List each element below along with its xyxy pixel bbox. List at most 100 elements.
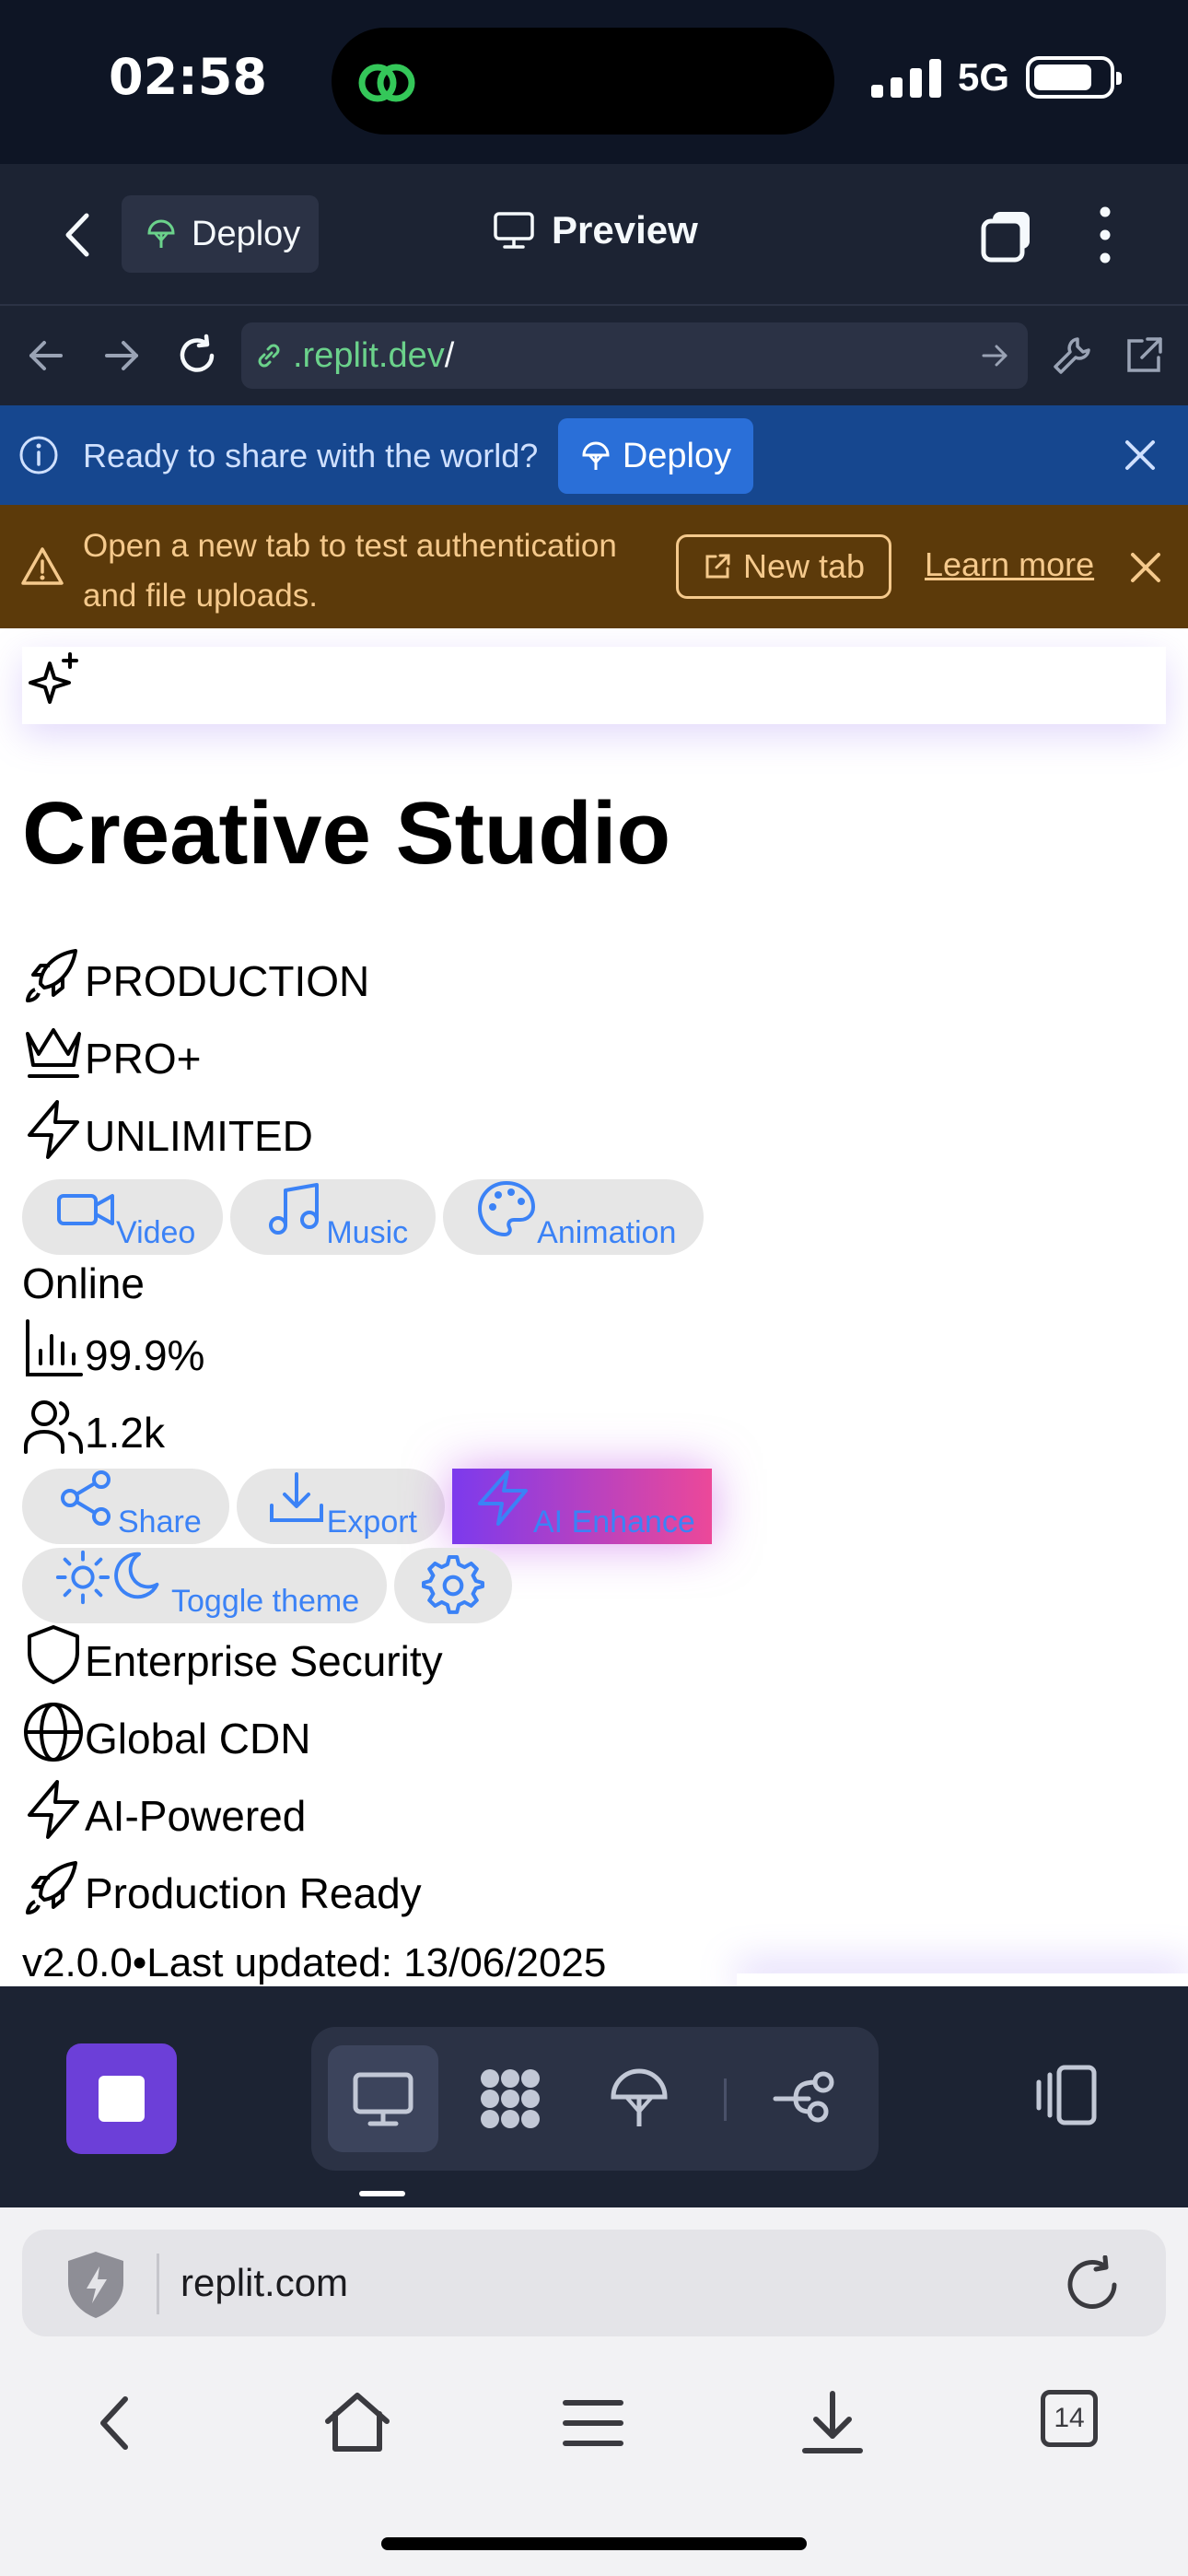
footer-version: v2.0.0•Last updated: 13/06/2025: [22, 1940, 607, 1985]
home-icon[interactable]: [320, 2386, 394, 2460]
url-row: .replit.dev/: [0, 306, 1188, 405]
grid-icon: [481, 2069, 540, 2128]
share-banner: Ready to share with the world? Deploy: [0, 405, 1188, 505]
go-arrow-icon[interactable]: [978, 339, 1011, 372]
uptime-value: 99.9%: [85, 1331, 205, 1379]
address-bar[interactable]: replit.com: [22, 2230, 1166, 2336]
screen: 02:58 5G Deploy Preview .replit.dev/ Rea…: [0, 0, 1188, 2576]
url-input[interactable]: .replit.dev/: [241, 322, 1028, 389]
badge-unlimited: UNLIMITED: [22, 1098, 313, 1161]
feature-ai-powered: AI-Powered: [22, 1778, 306, 1841]
page-title: Creative Studio: [22, 784, 671, 883]
moon-icon: [114, 1551, 159, 1599]
signal-icon: [870, 57, 941, 98]
back-icon[interactable]: [79, 2386, 153, 2460]
status-right: 5G: [870, 55, 1122, 100]
preview-tool-button[interactable]: [328, 2045, 438, 2152]
feature-global-cdn: Global CDN: [22, 1701, 310, 1763]
deploy-icon: [147, 219, 175, 248]
stop-button[interactable]: [66, 2043, 177, 2154]
preview-tab[interactable]: Preview: [493, 208, 698, 252]
refresh-icon[interactable]: [175, 334, 219, 378]
toggle-theme-button[interactable]: Toggle theme: [22, 1548, 388, 1623]
network-label: 5G: [957, 55, 1009, 99]
share-button[interactable]: Share: [22, 1469, 229, 1544]
link-icon: [258, 344, 280, 368]
close-icon[interactable]: [1122, 437, 1159, 474]
users-icon: [24, 1400, 83, 1454]
close-icon[interactable]: [1127, 549, 1164, 586]
back-icon[interactable]: [59, 210, 96, 260]
deploy-tool-button[interactable]: [584, 2045, 694, 2152]
stop-icon: [99, 2076, 145, 2122]
replit-toolbar: [0, 1986, 1188, 2207]
deploy-icon: [582, 441, 610, 470]
sun-icon: [55, 1550, 111, 1605]
address-separator: [157, 2254, 159, 2314]
drag-handle[interactable]: [359, 2191, 405, 2196]
toggle-theme-label: Toggle theme: [171, 1584, 360, 1619]
category-video-button[interactable]: Video: [22, 1179, 224, 1255]
app-header: [22, 647, 1166, 724]
monitor-icon: [494, 212, 534, 249]
git-tool-button[interactable]: [750, 2045, 860, 2152]
device-layout-icon[interactable]: [1031, 2060, 1101, 2130]
badge-label: PRO+: [85, 1035, 202, 1083]
lightning-icon: [28, 1780, 79, 1839]
category-label: Music: [326, 1215, 409, 1250]
link-activity-icon: [358, 64, 415, 102]
tabs-count-button[interactable]: 14: [1041, 2390, 1098, 2447]
feature-label: Global CDN: [85, 1715, 311, 1762]
apps-tool-button[interactable]: [455, 2045, 565, 2152]
shield-icon: [28, 1625, 79, 1684]
menu-icon[interactable]: [556, 2386, 630, 2460]
address-text: replit.com: [181, 2261, 349, 2304]
deploy-button[interactable]: Deploy: [122, 195, 319, 273]
video-icon: [57, 1194, 114, 1225]
download-icon[interactable]: [796, 2386, 869, 2460]
category-label: Video: [116, 1215, 196, 1250]
replit-header: Deploy Preview: [0, 164, 1188, 306]
tool-group: [311, 2027, 879, 2171]
feature-label: AI-Powered: [85, 1792, 307, 1840]
category-animation-button[interactable]: Animation: [443, 1179, 705, 1255]
arrow-left-icon[interactable]: [24, 334, 68, 378]
settings-button[interactable]: [394, 1548, 513, 1623]
battery-icon: [1026, 56, 1122, 99]
export-label: Export: [326, 1505, 417, 1540]
url-slash: /: [444, 335, 455, 375]
wrench-icon[interactable]: [1050, 334, 1094, 378]
auth-banner: Open a new tab to test authentication an…: [0, 505, 1188, 628]
globe-icon: [24, 1703, 83, 1762]
ai-enhance-label: AI Enhance: [533, 1505, 695, 1540]
lightning-icon: [478, 1470, 528, 1526]
sparkle-icon: [29, 652, 78, 704]
category-music-button[interactable]: Music: [230, 1179, 437, 1255]
badge-production: PRODUCTION: [22, 943, 369, 1006]
rocket-icon: [26, 949, 77, 1002]
share-deploy-button[interactable]: Deploy: [558, 418, 753, 494]
gear-icon: [422, 1554, 485, 1614]
home-indicator: [381, 2537, 807, 2550]
external-link-icon[interactable]: [1122, 334, 1166, 378]
tabs-icon[interactable]: [980, 208, 1035, 263]
users-value: 1.2k: [85, 1409, 165, 1457]
shield-icon[interactable]: [57, 2246, 134, 2324]
new-tab-button[interactable]: New tab: [676, 534, 891, 599]
export-button[interactable]: Export: [236, 1469, 445, 1544]
feature-label: Enterprise Security: [85, 1637, 443, 1685]
git-branch-icon: [773, 2071, 834, 2123]
learn-more-link[interactable]: Learn more: [925, 545, 1094, 584]
footer-glow: [737, 1973, 1188, 1986]
category-row: Video Music Animation: [22, 1179, 705, 1255]
more-options-icon[interactable]: [1087, 203, 1124, 267]
arrow-right-icon[interactable]: [99, 334, 144, 378]
ai-enhance-button[interactable]: AI Enhance: [452, 1469, 712, 1544]
music-icon: [269, 1183, 320, 1235]
share-label: Share: [118, 1505, 202, 1540]
reload-icon[interactable]: [1063, 2255, 1122, 2314]
tab-count: 14: [1054, 2403, 1085, 2433]
preview-label: Preview: [552, 208, 698, 252]
deploy-icon: [611, 2068, 668, 2126]
download-icon: [269, 1472, 323, 1522]
